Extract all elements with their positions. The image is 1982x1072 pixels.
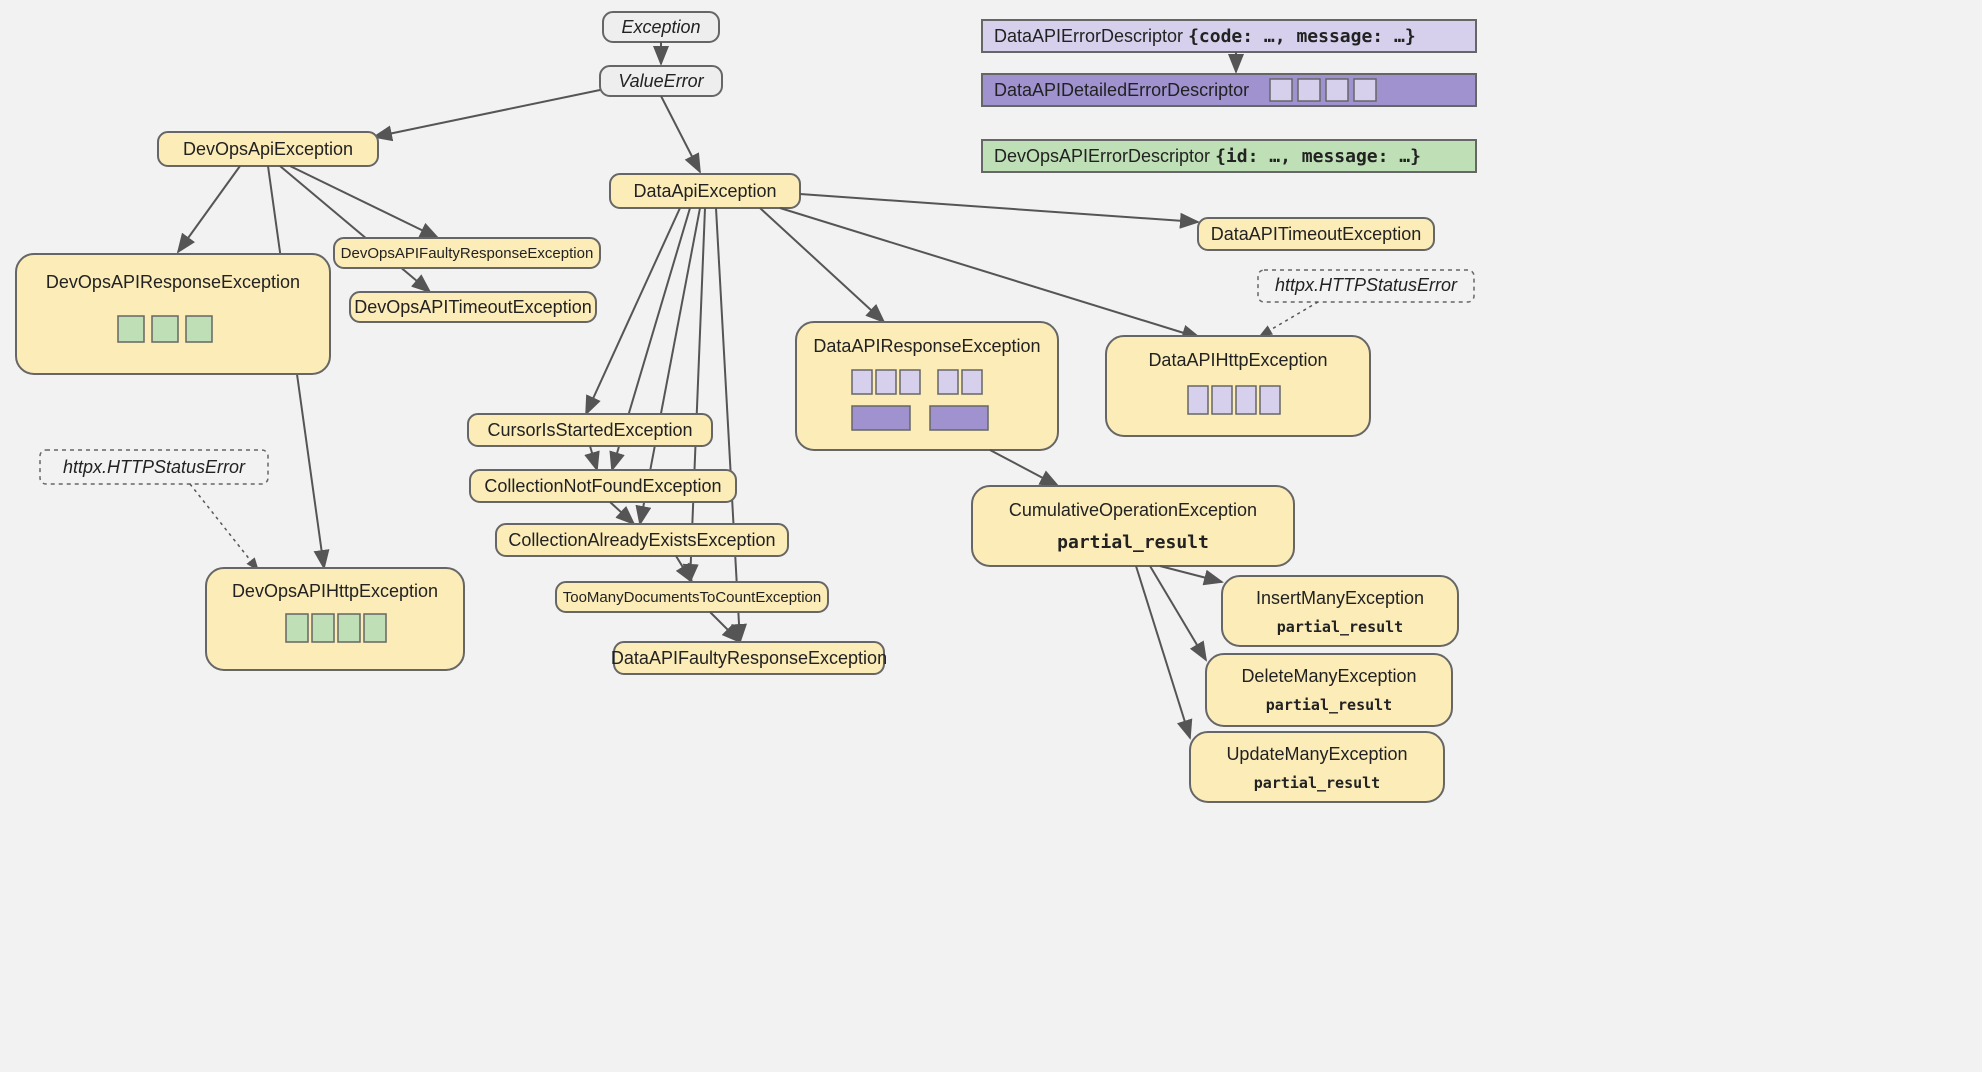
node-updatemany-partial: partial_result xyxy=(1254,774,1380,792)
node-cumop: CumulativeOperationException xyxy=(1009,500,1257,520)
node-devopstimeout: DevOpsAPITimeoutException xyxy=(354,297,591,317)
exception-hierarchy-diagram: DataAPIErrorDescriptor {code: …, message… xyxy=(0,0,1486,804)
legend-datadet-label: DataAPIDetailedErrorDescriptor xyxy=(994,80,1249,100)
node-insertmany-partial: partial_result xyxy=(1277,618,1403,636)
node-dataapi: DataApiException xyxy=(633,181,776,201)
node-collnf: CollectionNotFoundException xyxy=(484,476,721,496)
node-devopsfaulty: DevOpsAPIFaultyResponseException xyxy=(341,245,594,262)
node-collae: CollectionAlreadyExistsException xyxy=(508,530,775,550)
node-datafaulty: DataAPIFaultyResponseException xyxy=(611,648,887,668)
node-httpx-2: httpx.HTTPStatusError xyxy=(1275,275,1458,295)
node-devopsresp: DevOpsAPIResponseException xyxy=(46,272,300,292)
node-cumop-partial: partial_result xyxy=(1057,532,1209,553)
node-toomany: TooManyDocumentsToCountException xyxy=(563,589,821,606)
legend-dataerr-detail: {code: …, message: …} xyxy=(1188,26,1416,47)
node-datatimeout: DataAPITimeoutException xyxy=(1211,224,1421,244)
node-dataresp: DataAPIResponseException xyxy=(813,336,1040,356)
node-deletemany-partial: partial_result xyxy=(1266,696,1392,714)
node-cursor: CursorIsStartedException xyxy=(487,420,692,440)
legend: DataAPIErrorDescriptor {code: …, message… xyxy=(982,20,1476,172)
svg-text:DataAPIErrorDescriptor {code:: DataAPIErrorDescriptor {code: …, message… xyxy=(994,26,1416,47)
svg-text:DevOpsAPIErrorDescriptor {id:: DevOpsAPIErrorDescriptor {id: …, message… xyxy=(994,146,1421,167)
node-updatemany: UpdateManyException xyxy=(1226,744,1407,764)
node-datahttp: DataAPIHttpException xyxy=(1148,350,1327,370)
node-devopsapi: DevOpsApiException xyxy=(183,139,353,159)
legend-devopserr-label: DevOpsAPIErrorDescriptor xyxy=(994,146,1210,166)
node-deletemany: DeleteManyException xyxy=(1241,666,1416,686)
legend-dataerr-label: DataAPIErrorDescriptor xyxy=(994,26,1183,46)
node-exception: Exception xyxy=(621,17,700,37)
legend-devopserr-detail: {id: …, message: …} xyxy=(1215,146,1421,167)
node-insertmany: InsertManyException xyxy=(1256,588,1424,608)
node-devopshttp: DevOpsAPIHttpException xyxy=(232,581,438,601)
node-valueerror: ValueError xyxy=(618,71,704,91)
node-httpx-1: httpx.HTTPStatusError xyxy=(63,457,246,477)
